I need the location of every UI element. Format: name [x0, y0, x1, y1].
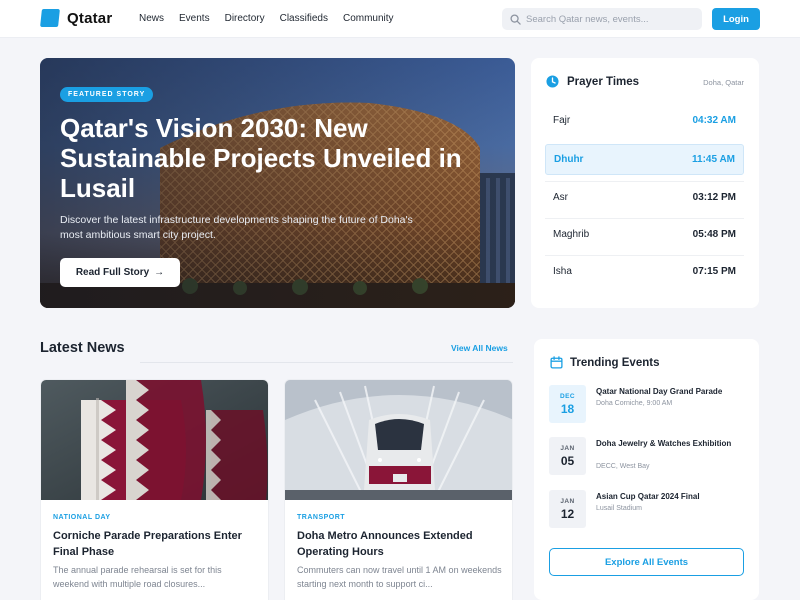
site-logo[interactable]: Qtatar: [40, 9, 113, 27]
calendar-icon: [550, 356, 563, 369]
news-description: Commuters can now travel until 1 AM on w…: [297, 565, 502, 589]
event-date: JAN 12: [549, 490, 586, 528]
news-card[interactable]: TRANSPORT Doha Metro Announces Extended …: [284, 379, 513, 600]
prayer-name: Asr: [553, 192, 568, 203]
news-title[interactable]: Corniche Parade Preparations Enter Final…: [53, 528, 258, 560]
hero-title[interactable]: Qatar's Vision 2030: New Sustainable Pro…: [60, 113, 470, 203]
login-button[interactable]: Login: [712, 8, 760, 30]
prayer-time: 04:32 AM: [692, 115, 736, 126]
nav-item-classifieds[interactable]: Classifieds: [280, 13, 328, 24]
explore-all-events-button[interactable]: Explore All Events: [549, 548, 744, 576]
prayer-times-title: Prayer Times: [567, 75, 640, 88]
nav-item-community[interactable]: Community: [343, 13, 394, 24]
metro-train-image: [285, 380, 512, 500]
prayer-row-maghrib: Maghrib 05:48 PM: [545, 219, 744, 250]
event-place: Doha Corniche, 9:00 AM: [596, 400, 673, 407]
read-full-story-button[interactable]: Read Full Story →: [60, 258, 180, 287]
prayer-name: Dhuhr: [554, 154, 584, 165]
prayer-name: Fajr: [553, 115, 571, 126]
event-name: Asian Cup Qatar 2024 Final: [596, 492, 700, 501]
event-item[interactable]: DEC 18 Qatar National Day Grand Parade D…: [549, 385, 749, 423]
prayer-row-isha: Isha 07:15 PM: [545, 256, 744, 287]
news-title[interactable]: Doha Metro Announces Extended Operating …: [297, 528, 502, 560]
event-item[interactable]: JAN 12 Asian Cup Qatar 2024 Final Lusail…: [549, 490, 749, 528]
read-full-story-label: Read Full Story: [75, 267, 150, 278]
view-all-news-link[interactable]: View All News: [451, 343, 508, 353]
trending-events-panel: Trending Events DEC 18 Qatar National Da…: [534, 339, 759, 600]
search-input[interactable]: [526, 13, 696, 25]
news-category: NATIONAL DAY: [53, 514, 111, 521]
nav-item-news[interactable]: News: [139, 13, 164, 24]
prayer-name: Maghrib: [553, 229, 590, 240]
prayer-name: Isha: [553, 266, 572, 277]
logo-text: Qtatar: [67, 9, 113, 27]
arrow-right-icon: →: [154, 267, 165, 278]
nav-item-directory[interactable]: Directory: [225, 13, 265, 24]
prayer-time: 05:48 PM: [692, 229, 736, 240]
featured-story-badge: FEATURED STORY: [60, 87, 154, 102]
news-card[interactable]: NATIONAL DAY Corniche Parade Preparation…: [40, 379, 269, 600]
trending-events-title: Trending Events: [570, 356, 660, 369]
prayer-times-panel: Prayer Times Doha, Qatar Fajr 04:32 AM D…: [531, 58, 759, 308]
event-name: Doha Jewelry & Watches Exhibition: [596, 439, 732, 448]
prayer-time: 03:12 PM: [692, 192, 736, 203]
qatar-flags-image: [41, 380, 268, 500]
prayer-location: Doha, Qatar: [703, 78, 744, 87]
prayer-row-fajr: Fajr 04:32 AM: [545, 105, 744, 136]
top-header: Qtatar News Events Directory Classifieds…: [0, 0, 800, 38]
prayer-row-asr: Asr 03:12 PM: [545, 182, 744, 213]
nav-item-events[interactable]: Events: [179, 13, 210, 24]
main-nav: News Events Directory Classifieds Commun…: [139, 13, 409, 24]
event-item[interactable]: JAN 05 Doha Jewelry & Watches Exhibition…: [549, 437, 749, 475]
news-category: TRANSPORT: [297, 514, 346, 521]
search-icon: [510, 13, 521, 25]
section-divider: [140, 362, 513, 363]
news-description: The annual parade rehearsal is set for t…: [53, 565, 222, 589]
event-date: DEC 18: [549, 385, 586, 423]
latest-news-title: Latest News: [40, 340, 125, 356]
prayer-time: 07:15 PM: [692, 266, 736, 277]
featured-story-hero[interactable]: FEATURED STORY Qatar's Vision 2030: New …: [40, 58, 515, 308]
prayer-time: 11:45 AM: [692, 154, 735, 165]
event-date: JAN 05: [549, 437, 586, 475]
clock-icon: [546, 75, 559, 88]
logo-mark-icon: [40, 9, 60, 27]
event-name: Qatar National Day Grand Parade: [596, 387, 723, 396]
hero-description: Discover the latest infrastructure devel…: [60, 214, 413, 241]
event-place: Lusail Stadium: [596, 505, 642, 512]
prayer-row-dhuhr: Dhuhr 11:45 AM: [545, 144, 744, 175]
event-place: DECC, West Bay: [596, 463, 650, 470]
search-bar: [502, 8, 702, 30]
